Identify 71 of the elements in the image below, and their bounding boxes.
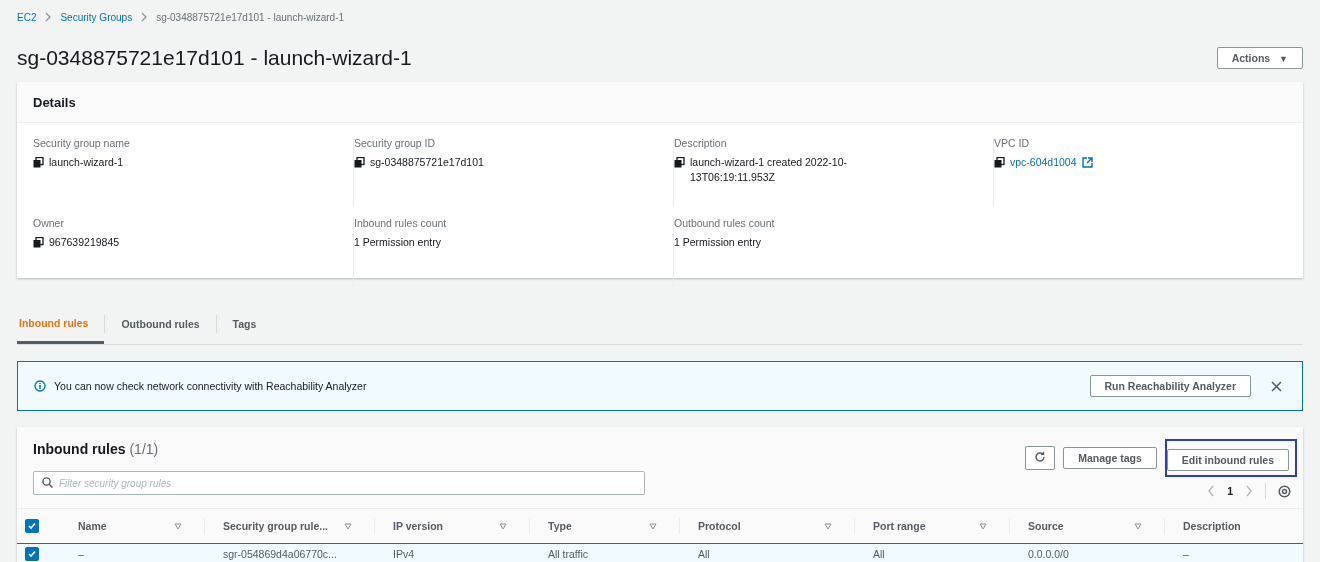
search-icon bbox=[42, 477, 53, 488]
copy-icon[interactable] bbox=[994, 157, 1005, 168]
refresh-icon bbox=[1034, 451, 1047, 463]
table-cell: All bbox=[698, 548, 710, 560]
sort-icon[interactable] bbox=[979, 522, 987, 530]
table-cell: – bbox=[1183, 548, 1189, 560]
column-header[interactable]: Port range bbox=[873, 520, 926, 532]
alert-message: You can now check network connectivity with Reachability Analyzer bbox=[54, 380, 368, 392]
info-icon bbox=[34, 380, 46, 392]
field-label: Inbound rules count bbox=[354, 217, 448, 229]
manage-tags-button[interactable]: Manage tags bbox=[1063, 447, 1157, 469]
copy-icon[interactable] bbox=[354, 157, 365, 168]
settings-icon[interactable] bbox=[1278, 484, 1291, 498]
field-value: 967639219845 bbox=[49, 235, 120, 250]
column-header[interactable]: Name bbox=[78, 520, 107, 532]
panel-title: Details bbox=[33, 94, 76, 110]
field-value: launch-wizard-1 bbox=[49, 155, 124, 170]
sort-icon[interactable] bbox=[499, 522, 507, 530]
page-title: sg-0348875721e17d101 - launch-wizard-1 bbox=[17, 46, 412, 70]
breadcrumb-link[interactable]: Security Groups bbox=[60, 11, 133, 23]
field-label: Outbound rules count bbox=[674, 217, 776, 229]
rule-count: (1/1) bbox=[129, 441, 159, 457]
run-analyzer-button[interactable]: Run Reachability Analyzer bbox=[1089, 375, 1251, 397]
table-cell: IPv4 bbox=[393, 548, 414, 560]
checkmark-icon bbox=[27, 549, 37, 559]
breadcrumb-link[interactable]: EC2 bbox=[17, 11, 37, 23]
column-header[interactable]: Source bbox=[1028, 520, 1064, 532]
table-cell: – bbox=[78, 548, 84, 560]
field-value: launch-wizard-1 created 2022-10-13T06:19:11.953Z bbox=[690, 155, 848, 185]
edit-rules-button[interactable]: Edit inbound rules bbox=[1166, 449, 1289, 471]
sort-icon[interactable] bbox=[344, 522, 352, 530]
search-field[interactable]: Filter security group rules bbox=[33, 471, 645, 495]
tab[interactable]: Tags bbox=[216, 304, 273, 344]
checkmark-icon bbox=[27, 521, 37, 531]
chevron-right-icon bbox=[140, 12, 149, 22]
close-icon[interactable] bbox=[1271, 380, 1282, 392]
external-link-icon[interactable] bbox=[1081, 157, 1093, 168]
field-value: 1 Permission entry bbox=[674, 235, 761, 250]
field-label: Owner bbox=[33, 217, 65, 229]
table-cell: All bbox=[873, 548, 885, 560]
refresh-button[interactable] bbox=[1025, 446, 1056, 470]
column-header[interactable]: Protocol bbox=[698, 520, 741, 532]
chevron-right-icon bbox=[44, 12, 53, 22]
tab[interactable]: Outbound rules bbox=[105, 304, 216, 344]
copy-icon[interactable] bbox=[33, 237, 44, 248]
select-all-checkbox[interactable] bbox=[25, 519, 39, 533]
table-cell: All traffic bbox=[548, 548, 589, 560]
copy-icon[interactable] bbox=[674, 157, 685, 168]
field-value: 1 Permission entry bbox=[354, 235, 441, 250]
column-header[interactable]: Type bbox=[548, 520, 572, 532]
column-header[interactable]: Description bbox=[1183, 520, 1241, 532]
actions-button[interactable]: Actions ▼ bbox=[1216, 47, 1303, 69]
sort-icon[interactable] bbox=[824, 522, 832, 530]
vpc-link[interactable]: vpc-604d1004 bbox=[1010, 155, 1077, 170]
copy-icon[interactable] bbox=[33, 157, 44, 168]
column-header[interactable]: IP version bbox=[393, 520, 443, 532]
row-checkbox[interactable] bbox=[25, 547, 39, 561]
column-header[interactable]: Security group rule... bbox=[223, 520, 329, 532]
field-label: Security group name bbox=[33, 137, 131, 149]
field-value: sg-0348875721e17d101 bbox=[370, 155, 484, 170]
breadcrumb-text: sg-0348875721e17d101 - launch-wizard-1 bbox=[156, 11, 345, 23]
field-label: VPC ID bbox=[994, 137, 1030, 149]
sort-icon[interactable] bbox=[1134, 522, 1142, 530]
field-label: Description bbox=[674, 137, 728, 149]
table-title: Inbound rules bbox=[33, 441, 126, 457]
table-cell: 0.0.0.0/0 bbox=[1028, 548, 1069, 560]
field-label: Security group ID bbox=[354, 137, 437, 149]
table-cell: sgr-054869d4a06770c... bbox=[223, 548, 337, 560]
sort-icon[interactable] bbox=[174, 522, 182, 530]
sort-icon[interactable] bbox=[649, 522, 657, 530]
page-number[interactable]: 1 bbox=[1227, 485, 1233, 497]
